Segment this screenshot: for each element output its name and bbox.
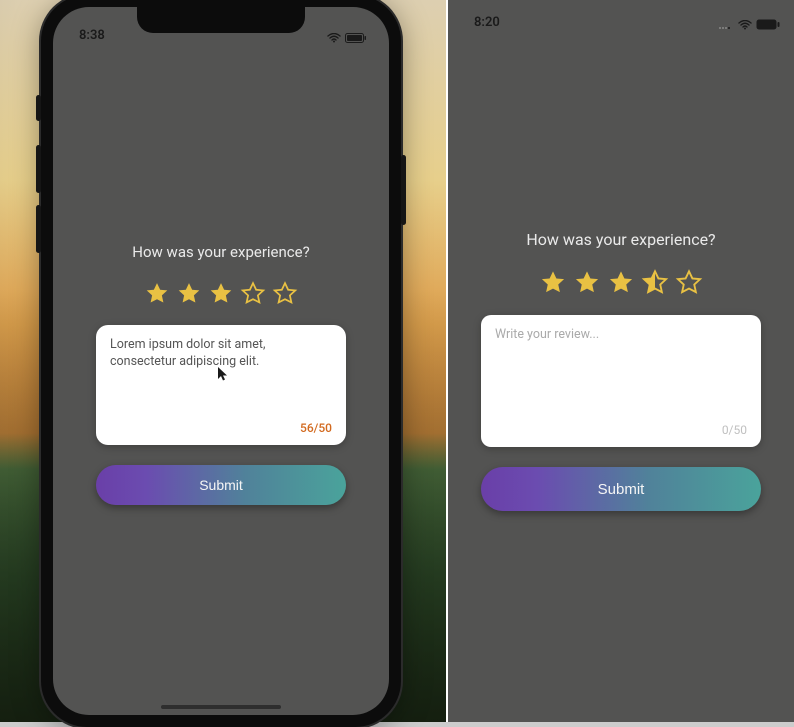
status-time: 8:20 — [474, 15, 500, 30]
star-2[interactable] — [176, 281, 202, 307]
star-rating[interactable] — [539, 269, 703, 297]
star-5[interactable] — [272, 281, 298, 307]
review-content: How was your experience? 0/50 Submit — [448, 30, 794, 511]
cellular-icon — [718, 20, 734, 30]
star-4[interactable] — [641, 269, 669, 297]
review-textarea-container: 56/50 — [96, 325, 346, 445]
wifi-icon — [327, 33, 341, 43]
star-1[interactable] — [539, 269, 567, 297]
star-rating[interactable] — [144, 281, 298, 307]
phone-notch — [137, 7, 305, 33]
phone-volume-down — [36, 205, 41, 253]
review-textarea[interactable] — [110, 337, 332, 417]
review-title: How was your experience? — [526, 230, 715, 249]
phone-screen: 8:38 How was your experience? — [53, 7, 389, 715]
review-title: How was your experience? — [132, 243, 309, 261]
phone-mute-switch — [36, 95, 41, 121]
right-demo-pane: 8:20 How was your experience? — [446, 0, 794, 722]
star-3[interactable] — [607, 269, 635, 297]
status-icons — [718, 19, 780, 30]
status-time: 8:38 — [79, 28, 105, 43]
battery-icon — [756, 19, 780, 30]
star-5[interactable] — [675, 269, 703, 297]
star-1[interactable] — [144, 281, 170, 307]
status-icons — [327, 33, 367, 43]
status-bar: 8:20 — [448, 0, 794, 30]
char-counter: 0/50 — [495, 423, 747, 437]
home-indicator[interactable] — [161, 705, 281, 709]
star-3[interactable] — [208, 281, 234, 307]
phone-power-button — [401, 155, 406, 225]
char-counter: 56/50 — [110, 421, 332, 435]
battery-icon — [345, 33, 367, 43]
submit-button[interactable]: Submit — [481, 467, 761, 511]
left-demo-pane: 8:38 How was your experience? — [0, 0, 446, 722]
review-textarea[interactable] — [495, 327, 747, 419]
wifi-icon — [738, 20, 752, 30]
submit-button[interactable]: Submit — [96, 465, 346, 505]
star-4[interactable] — [240, 281, 266, 307]
phone-frame: 8:38 How was your experience? — [41, 0, 401, 727]
review-content: How was your experience? 56/50 Submit — [53, 43, 389, 505]
review-textarea-container: 0/50 — [481, 315, 761, 447]
phone-volume-up — [36, 145, 41, 193]
star-2[interactable] — [573, 269, 601, 297]
